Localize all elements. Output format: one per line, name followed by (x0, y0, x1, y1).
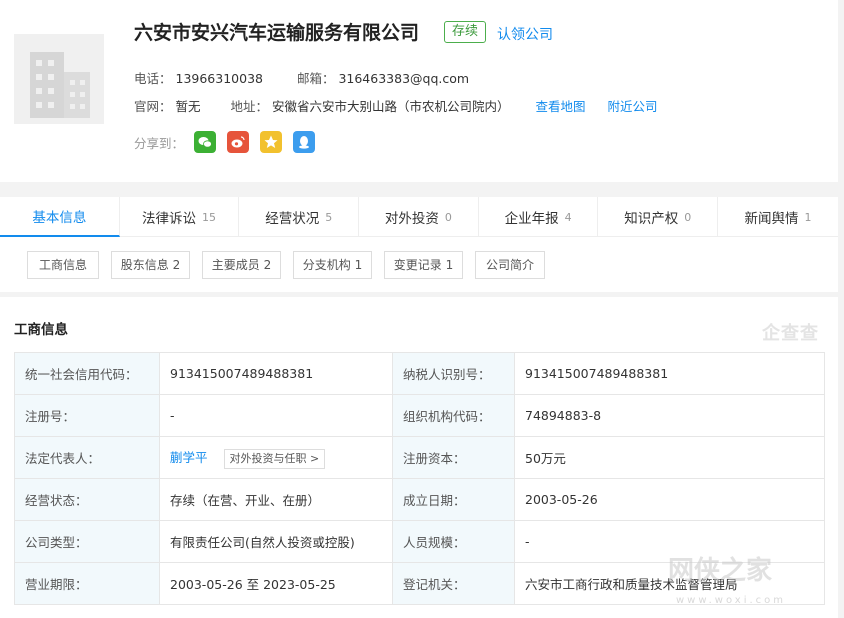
investments-positions-button[interactable]: 对外投资与任职 > (223, 448, 326, 469)
email-value: 316463383@qq.com (338, 71, 470, 86)
tab-label: 对外投资 (384, 211, 439, 227)
founded-date-label: 成立日期： (392, 478, 515, 521)
founded-date-value: 2003-05-26 (514, 478, 825, 521)
taxpayer-id-value: 913415007489488381 (514, 352, 825, 395)
org-code-value: 74894883-8 (514, 394, 825, 437)
tab-label: 法律诉讼 (142, 211, 197, 227)
business-term-label: 营业期限： (14, 562, 160, 605)
address-line: 官网： 暂无 地址： 安徽省六安市大别山路（市农机公司院内） 查看地图 附近公司 (134, 96, 657, 115)
registration-authority-label: 登记机关： (392, 562, 515, 605)
tab-count: 4 (564, 210, 572, 224)
company-header: 六安市安兴汽车运输服务有限公司 存续 认领公司 电话： 13966310038 … (0, 0, 838, 182)
view-map-link[interactable]: 查看地图 (535, 99, 585, 114)
qzone-star-icon[interactable] (260, 131, 283, 153)
legal-rep-link[interactable]: 蒯学平 (170, 450, 208, 465)
tab-count: 5 (325, 210, 333, 224)
nearby-companies-link[interactable]: 附近公司 (607, 99, 657, 114)
share-bar: 分享到： (134, 130, 326, 154)
tab-operations[interactable]: 经营状况 5 (239, 197, 360, 237)
tab-ip[interactable]: 知识产权 0 (598, 197, 719, 237)
tab-count: 15 (202, 210, 217, 224)
tab-annual-reports[interactable]: 企业年报 4 (479, 197, 599, 237)
tab-label: 企业年报 (504, 211, 559, 227)
business-term-value: 2003-05-26 至 2023-05-25 (159, 562, 393, 605)
status-label: 经营状态： (14, 478, 160, 521)
address-value: 安徽省六安市大别山路（市农机公司院内） (271, 99, 510, 114)
credit-code-value: 913415007489488381 (159, 352, 393, 395)
section-title: 工商信息 (14, 322, 68, 338)
company-type-label: 公司类型： (14, 520, 160, 563)
subtab-branches[interactable]: 分支机构 1 (293, 251, 372, 279)
tab-count: 1 (804, 210, 812, 224)
reg-capital-label: 注册资本： (392, 436, 515, 479)
phone-value: 13966310038 (175, 71, 263, 86)
subtab-members[interactable]: 主要成员 2 (202, 251, 281, 279)
subtab-change-records[interactable]: 变更记录 1 (384, 251, 463, 279)
tab-count: 0 (444, 210, 452, 224)
reg-capital-value: 50万元 (514, 436, 825, 479)
page: 六安市安兴汽车运输服务有限公司 存续 认领公司 电话： 13966310038 … (0, 0, 844, 618)
site-watermark-url: www.woxi.com (676, 595, 787, 606)
credit-code-label: 统一社会信用代码： (14, 352, 160, 395)
website-value: 暂无 (175, 99, 201, 114)
contact-line: 电话： 13966310038 邮箱： 316463383@qq.com (134, 68, 469, 87)
qichacha-watermark: 企查查 (762, 323, 819, 344)
tab-investments[interactable]: 对外投资 0 (359, 197, 479, 237)
company-name: 六安市安兴汽车运输服务有限公司 (134, 22, 420, 44)
subtab-company-profile[interactable]: 公司简介 (475, 251, 545, 279)
table-row: 统一社会信用代码： 913415007489488381 纳税人识别号： 913… (14, 352, 825, 395)
reg-number-value: - (159, 394, 393, 437)
sub-tabs: 工商信息 股东信息 2 主要成员 2 分支机构 1 变更记录 1 公司简介 (0, 237, 838, 292)
address-label: 地址： (230, 99, 268, 114)
wechat-icon[interactable] (194, 131, 217, 153)
subtab-shareholders[interactable]: 股东信息 2 (111, 251, 190, 279)
legal-rep-cell: 蒯学平 对外投资与任职 > (159, 436, 393, 479)
tab-label: 经营状况 (265, 211, 320, 227)
subtab-business-info[interactable]: 工商信息 (27, 251, 99, 279)
taxpayer-id-label: 纳税人识别号： (392, 352, 515, 395)
table-row: 经营状态： 存续（在营、开业、在册） 成立日期： 2003-05-26 (14, 478, 825, 521)
tab-news[interactable]: 新闻舆情 1 (718, 197, 838, 237)
email-label: 邮箱： (296, 71, 335, 86)
phone-label: 电话： (134, 71, 172, 86)
tab-label: 新闻舆情 (744, 211, 799, 227)
legal-rep-label: 法定代表人： (14, 436, 160, 479)
site-watermark: 网侠之家 (668, 556, 773, 586)
building-logo-icon (14, 34, 104, 124)
tab-label: 基本信息 (32, 210, 87, 226)
status-value: 存续（在营、开业、在册） (159, 478, 393, 521)
table-row: 法定代表人： 蒯学平 对外投资与任职 > 注册资本： 50万元 (14, 436, 825, 479)
website-label: 官网： (134, 99, 172, 114)
main-tabs: 基本信息 法律诉讼 15 经营状况 5 对外投资 0 企业年报 4 知识产权 0 新闻舆情… (0, 197, 838, 237)
tab-basic-info[interactable]: 基本信息 (0, 197, 120, 237)
tab-legal[interactable]: 法律诉讼 15 (120, 197, 240, 237)
reg-number-label: 注册号： (14, 394, 160, 437)
claim-company-link[interactable]: 认领公司 (497, 24, 553, 44)
qq-icon[interactable] (293, 131, 316, 153)
table-row: 注册号： - 组织机构代码： 74894883-8 (14, 394, 825, 437)
company-type-value: 有限责任公司(自然人投资或控股) (159, 520, 393, 563)
status-badge: 存续 (444, 21, 487, 43)
org-code-label: 组织机构代码： (392, 394, 515, 437)
staff-size-label: 人员规模： (392, 520, 515, 563)
weibo-icon[interactable] (227, 131, 250, 153)
tab-label: 知识产权 (624, 211, 679, 227)
tab-count: 0 (684, 210, 692, 224)
share-label: 分享到： (134, 135, 185, 151)
